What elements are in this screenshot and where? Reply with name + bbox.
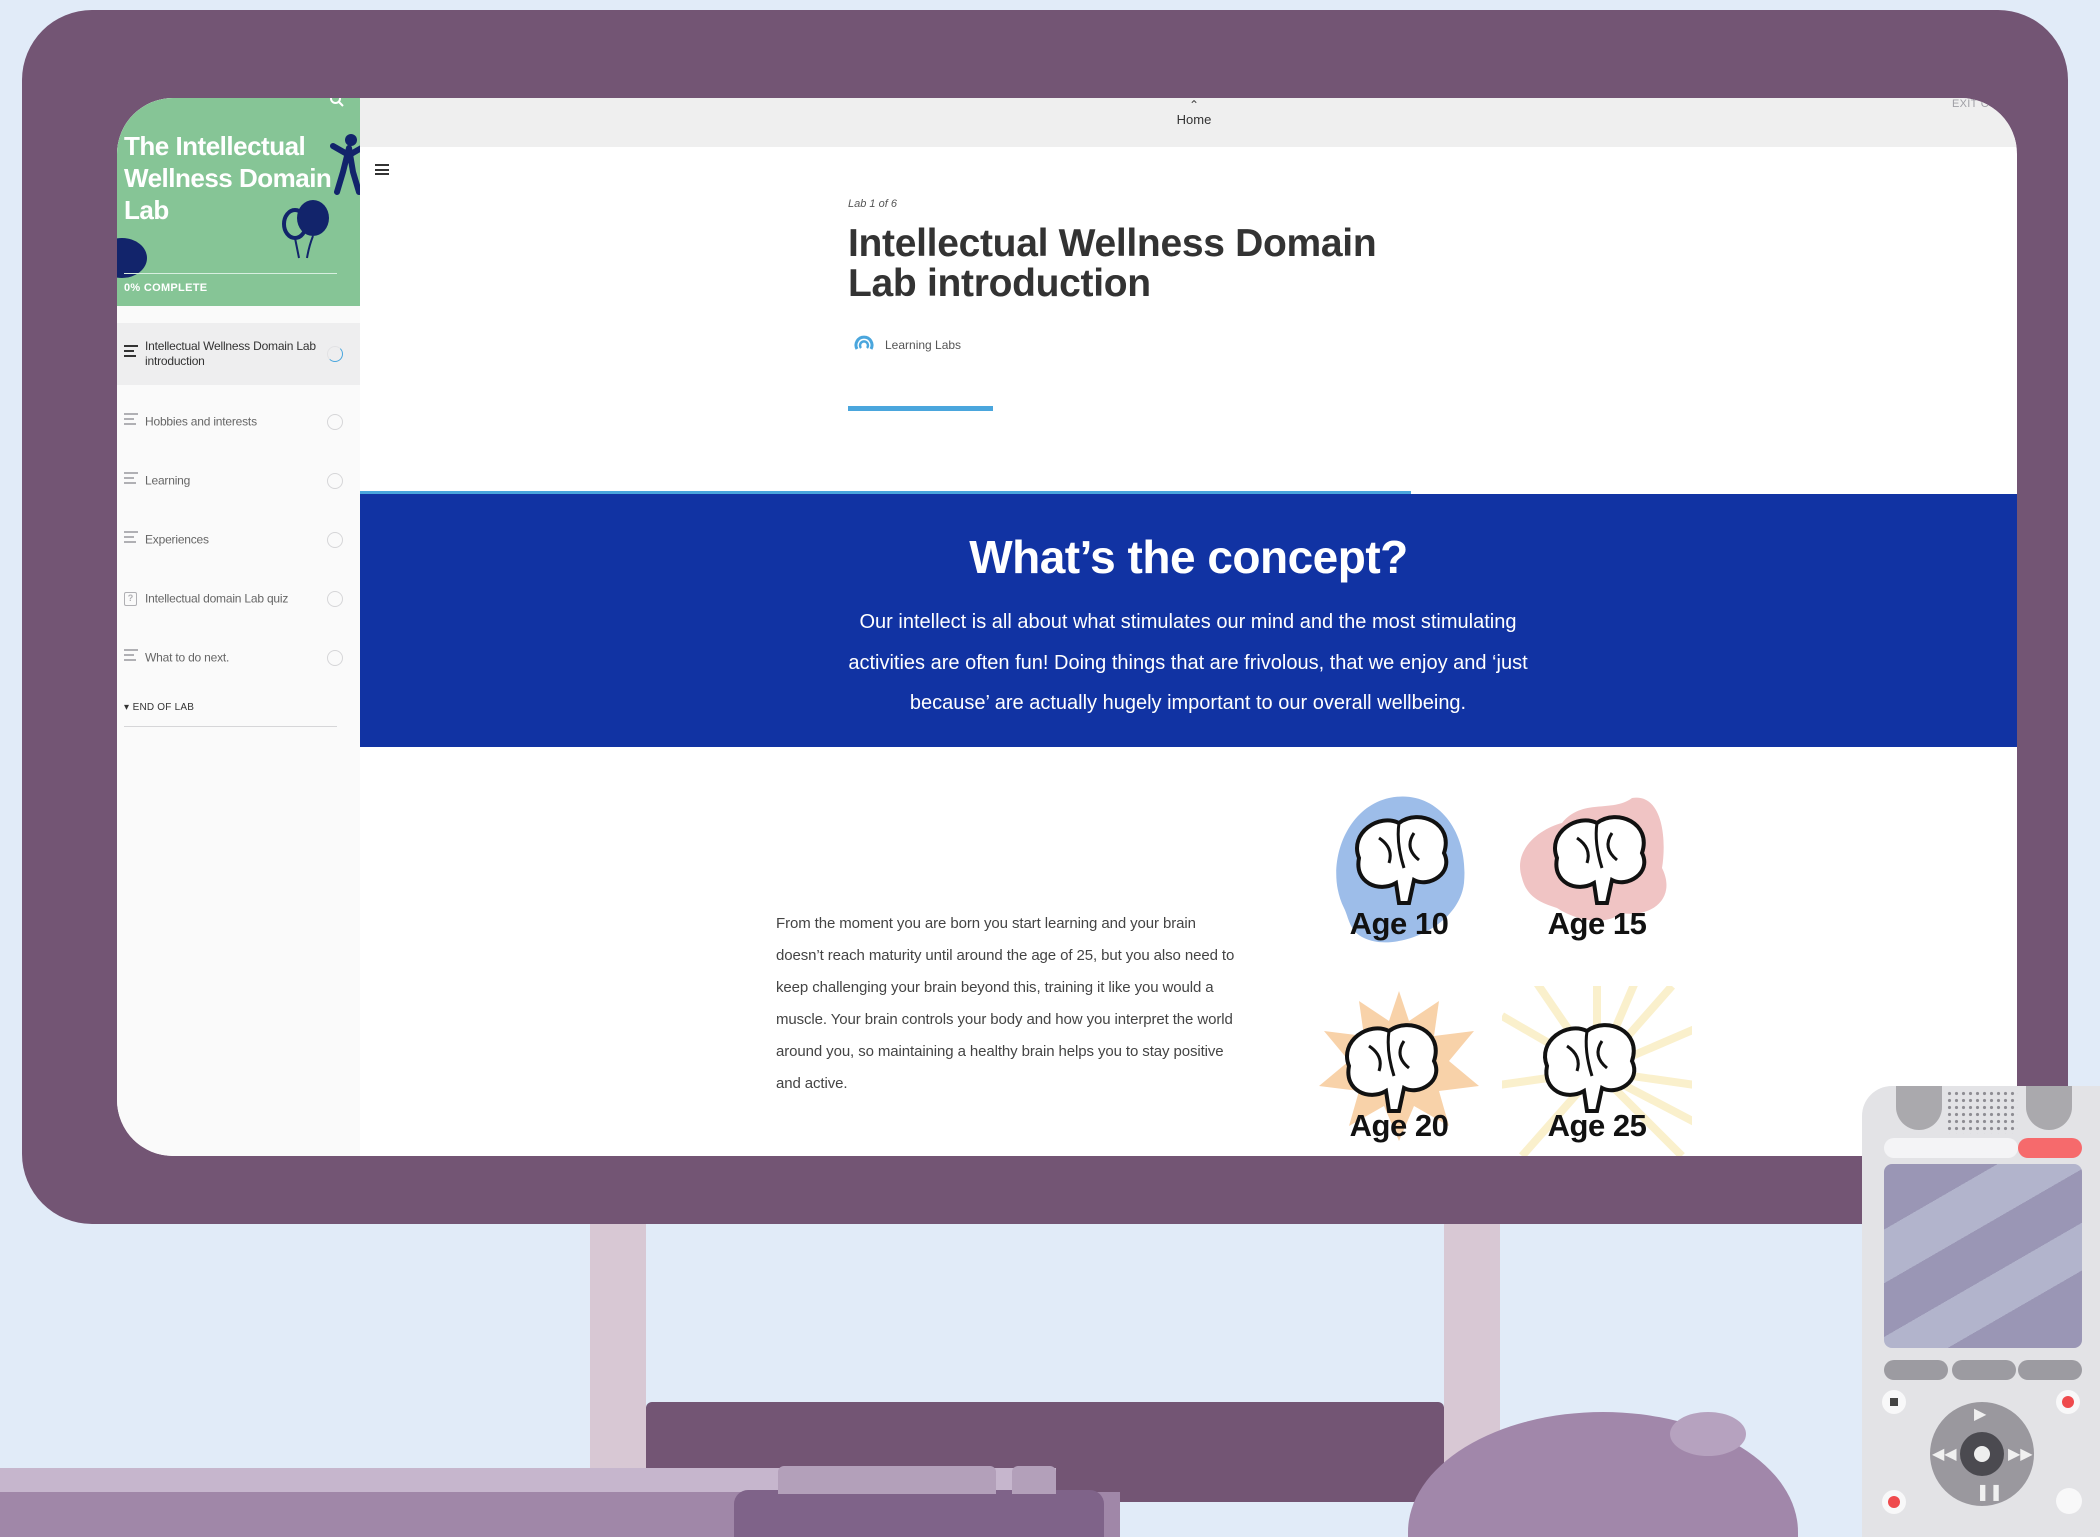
incomplete-icon (327, 414, 343, 430)
stop-icon (1882, 1390, 1906, 1414)
incomplete-icon (327, 591, 343, 607)
sidebar-item-what-next[interactable]: What to do next. (117, 627, 360, 689)
recorder-button (1884, 1360, 1948, 1380)
recorder-button (2018, 1360, 2082, 1380)
recorder-record-indicator (2018, 1138, 2082, 1158)
sidebar-item-label: Learning (145, 473, 191, 488)
sidebar-item-introduction[interactable]: Intellectual Wellness Domain Lab introdu… (117, 323, 360, 385)
recorder-bar (1884, 1138, 2018, 1158)
sidebar-header: The Intellectual Wellness Domain Lab 0% … (117, 98, 360, 306)
age-label: Age 20 (1349, 1108, 1449, 1143)
in-progress-icon (327, 346, 343, 362)
record-icon (1882, 1490, 1906, 1514)
section-divider (124, 726, 337, 727)
speaker-grille (1946, 1090, 2018, 1134)
lesson-icon (124, 649, 138, 664)
author-name: Learning Labs (885, 337, 962, 352)
sidebar-item-label: Experiences (145, 532, 209, 547)
exit-course-link[interactable]: EXIT CO (1952, 98, 1998, 110)
age-20-card: Age 20 (1304, 986, 1494, 1156)
recorder-ear (1896, 1086, 1942, 1130)
recorder-display (1884, 1164, 2082, 1348)
title-accent-bar (848, 406, 993, 411)
sidebar-item-experiences[interactable]: Experiences (117, 509, 360, 571)
monitor-frame: The Intellectual Wellness Domain Lab 0% … (22, 10, 2068, 1224)
mouse-button (1670, 1412, 1746, 1456)
sidebar-item-quiz[interactable]: ? Intellectual domain Lab quiz (117, 568, 360, 630)
body-paragraph: From the moment you are born you start l… (776, 915, 1235, 1092)
sidebar-item-label: What to do next. (145, 650, 230, 665)
recorder-button (1952, 1360, 2016, 1380)
sidebar-item-learning[interactable]: Learning (117, 450, 360, 512)
screen: The Intellectual Wellness Domain Lab 0% … (117, 98, 2017, 1156)
age-25-card: Age 25 (1502, 986, 1692, 1156)
record-icon (2056, 1390, 2080, 1414)
lesson-icon (124, 531, 138, 546)
learning-labs-logo-icon (853, 332, 875, 357)
age-label: Age 25 (1547, 1108, 1647, 1143)
keyboard-key (778, 1466, 996, 1494)
rewind-icon: ◀◀ (1932, 1444, 1957, 1463)
incomplete-icon (327, 473, 343, 489)
balloon-icon (279, 198, 335, 265)
incomplete-icon (327, 532, 343, 548)
lesson-icon (124, 345, 138, 360)
age-15-card: Age 15 (1502, 788, 1692, 968)
lesson-icon (124, 413, 138, 428)
recorder-dial: ▶ ◀◀ ▶▶ ❚❚ (1930, 1402, 2034, 1506)
sidebar-item-hobbies[interactable]: Hobbies and interests (117, 391, 360, 453)
home-link[interactable]: ⌃ Home (1172, 98, 1216, 127)
play-icon: ▶ (1974, 1404, 1987, 1423)
age-label: Age 15 (1547, 906, 1647, 941)
chevron-up-icon: ⌃ (1188, 98, 1200, 112)
recorder-ear (2026, 1086, 2072, 1130)
keyboard (734, 1490, 1104, 1537)
monitor-stand-left (590, 1180, 646, 1500)
dial-center (1960, 1432, 2004, 1476)
age-10-card: Age 10 (1304, 788, 1494, 968)
hamburger-menu-icon[interactable] (375, 164, 389, 178)
course-sidebar: The Intellectual Wellness Domain Lab 0% … (117, 98, 360, 1156)
home-label: Home (1176, 112, 1212, 127)
sidebar-item-label: Intellectual Wellness Domain Lab introdu… (145, 339, 316, 368)
lesson-author: Learning Labs (853, 332, 961, 357)
incomplete-icon (327, 650, 343, 666)
progress-status: 0% COMPLETE (124, 282, 208, 294)
top-bar: ⌃ Home EXIT CO (360, 98, 2017, 147)
lesson-counter: Lab 1 of 6 (848, 198, 897, 210)
concept-body: Our intellect is all about what stimulat… (848, 611, 1528, 714)
section-toggle-end-of-lab[interactable]: END OF LAB (124, 702, 194, 713)
header-divider (124, 273, 337, 274)
voice-recorder: ▶ ◀◀ ▶▶ ❚❚ (1862, 1086, 2100, 1537)
recorder-button (2056, 1488, 2082, 1514)
keyboard-key (1012, 1466, 1056, 1494)
concept-heading: What’s the concept? (969, 531, 1408, 583)
lesson-icon (124, 472, 138, 487)
page-title: Intellectual Wellness Domain Lab introdu… (848, 222, 1377, 305)
quiz-icon: ? (124, 592, 137, 606)
search-icon[interactable] (329, 98, 345, 113)
sidebar-item-label: Intellectual domain Lab quiz (145, 591, 289, 606)
age-label: Age 10 (1349, 906, 1449, 941)
pause-icon: ❚❚ (1976, 1482, 2003, 1501)
fast-forward-icon: ▶▶ (2008, 1444, 2033, 1463)
sidebar-item-label: Hobbies and interests (145, 414, 257, 429)
decorative-blob (117, 238, 147, 278)
concept-banner: What’s the concept? Our intellect is all… (360, 494, 2017, 747)
person-illustration-icon (329, 132, 360, 201)
